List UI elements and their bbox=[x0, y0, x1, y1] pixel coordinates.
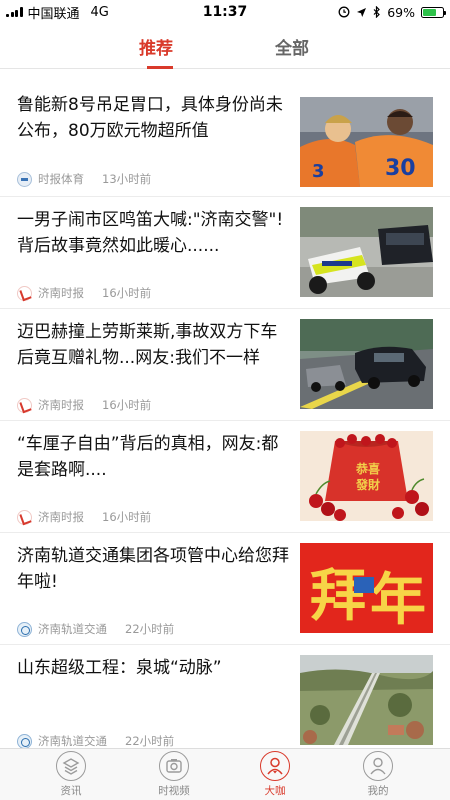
screen-lock-icon bbox=[338, 6, 350, 18]
news-time: 22小时前 bbox=[125, 622, 175, 636]
jinan-rail-transit-logo-icon bbox=[17, 621, 32, 637]
greeting-char-1: 拜 bbox=[310, 563, 366, 629]
news-source: 济南时报 bbox=[38, 510, 84, 524]
news-item[interactable]: “车厘子自由”背后的真相，网友:都是套路啊.... 济南时报 16小时前 恭喜 … bbox=[0, 421, 450, 533]
news-source: 济南轨道交通 bbox=[38, 734, 107, 748]
news-source: 时报体育 bbox=[38, 172, 84, 186]
network-type: 4G bbox=[90, 4, 109, 20]
news-title[interactable]: “车厘子自由”背后的真相，网友:都是套路啊.... bbox=[17, 431, 292, 483]
news-title[interactable]: 一男子闹市区鸣笛大喊:"济南交警"!背后故事竟然如此暖心...... bbox=[17, 207, 292, 259]
news-time: 22小时前 bbox=[125, 734, 175, 748]
carrier-name: 中国联通 bbox=[27, 6, 80, 22]
signal-strength-icon bbox=[6, 7, 23, 17]
tab-recommended[interactable]: 推荐 bbox=[139, 34, 173, 59]
news-source: 济南时报 bbox=[38, 286, 84, 300]
news-time: 13小时前 bbox=[102, 172, 152, 186]
news-feed-icon bbox=[56, 751, 86, 781]
news-title[interactable]: 迈巴赫撞上劳斯莱斯,事故双方下车后竟互赠礼物...网友:我们不一样 bbox=[17, 319, 292, 371]
greeting-char-2: 年 bbox=[370, 567, 426, 633]
news-time: 16小时前 bbox=[102, 510, 152, 524]
football-players-image[interactable]: 30 3 bbox=[300, 97, 433, 187]
news-meta: 济南时报 16小时前 bbox=[17, 285, 151, 301]
nav-video[interactable]: 时视频 bbox=[144, 751, 204, 798]
news-title[interactable]: 济南轨道交通集团各项管中心给您拜年啦! bbox=[17, 543, 292, 595]
cherries-gift-bag-image[interactable]: 恭喜 發財 bbox=[300, 431, 433, 521]
battery-fill bbox=[423, 8, 437, 16]
news-item[interactable]: 山东超级工程：泉城“动脉” 济南轨道交通 22小时前 bbox=[0, 645, 450, 749]
video-camera-icon bbox=[159, 751, 189, 781]
nav-news-label: 资讯 bbox=[60, 785, 82, 797]
aerial-highway-image[interactable] bbox=[300, 655, 433, 745]
location-arrow-icon bbox=[357, 7, 367, 17]
nav-profile-label: 我的 bbox=[367, 785, 389, 797]
status-left: 中国联通 4G bbox=[6, 3, 109, 22]
profile-icon bbox=[363, 751, 393, 781]
bluetooth-icon bbox=[373, 6, 381, 18]
news-meta: 济南时报 16小时前 bbox=[17, 397, 151, 413]
news-meta: 济南轨道交通 22小时前 bbox=[17, 733, 174, 749]
active-tab-indicator bbox=[147, 66, 173, 69]
news-source: 济南时报 bbox=[38, 398, 84, 412]
nav-vip-label: 大咖 bbox=[264, 785, 286, 797]
news-time: 16小时前 bbox=[102, 286, 152, 300]
sports-news-logo-icon bbox=[17, 171, 32, 187]
battery-percent: 69% bbox=[387, 4, 415, 20]
nav-profile[interactable]: 我的 bbox=[348, 751, 408, 798]
news-title[interactable]: 山东超级工程：泉城“动脉” bbox=[17, 655, 292, 681]
nav-video-label: 时视频 bbox=[158, 785, 190, 797]
jersey-number: 30 bbox=[385, 156, 416, 181]
news-item[interactable]: 迈巴赫撞上劳斯莱斯,事故双方下车后竟互赠礼物...网友:我们不一样 济南时报 1… bbox=[0, 309, 450, 421]
news-time: 16小时前 bbox=[102, 398, 152, 412]
jinan-times-logo-icon bbox=[17, 509, 32, 525]
news-source: 济南轨道交通 bbox=[38, 622, 107, 636]
news-title[interactable]: 鲁能新8号吊足胃口，具体身份尚未公布，80万欧元物超所值 bbox=[17, 92, 292, 144]
nav-vip[interactable]: 大咖 bbox=[245, 751, 305, 798]
jinan-times-logo-icon bbox=[17, 285, 32, 301]
bag-text-2: 發財 bbox=[355, 477, 380, 492]
svg-text:3: 3 bbox=[312, 161, 325, 182]
police-motorcycle-image[interactable] bbox=[300, 207, 433, 297]
jinan-rail-transit-logo-icon bbox=[17, 733, 32, 749]
top-tab-bar: 推荐 全部 bbox=[0, 24, 450, 69]
new-year-greeting-image[interactable]: 拜 年 bbox=[300, 543, 433, 633]
news-item[interactable]: 鲁能新8号吊足胃口，具体身份尚未公布，80万欧元物超所值 时报体育 13小时前 … bbox=[0, 70, 450, 197]
status-bar: 中国联通 4G 11:37 69% bbox=[0, 0, 450, 24]
luxury-cars-road-image[interactable] bbox=[300, 319, 433, 409]
news-meta: 时报体育 13小时前 bbox=[17, 171, 151, 187]
news-meta: 济南时报 16小时前 bbox=[17, 509, 151, 525]
news-item[interactable]: 一男子闹市区鸣笛大喊:"济南交警"!背后故事竟然如此暖心...... 济南时报 … bbox=[0, 197, 450, 309]
tab-all[interactable]: 全部 bbox=[275, 34, 309, 59]
bottom-tab-bar: 资讯 时视频 大咖 我的 bbox=[0, 748, 450, 800]
news-meta: 济南轨道交通 22小时前 bbox=[17, 621, 174, 637]
vip-person-icon bbox=[260, 751, 290, 781]
nav-news[interactable]: 资讯 bbox=[41, 751, 101, 798]
battery-icon bbox=[421, 6, 446, 18]
news-item[interactable]: 济南轨道交通集团各项管中心给您拜年啦! 济南轨道交通 22小时前 拜 年 bbox=[0, 533, 450, 645]
jinan-times-logo-icon bbox=[17, 397, 32, 413]
status-right: 69% bbox=[338, 4, 446, 20]
bag-text-1: 恭喜 bbox=[355, 461, 380, 476]
